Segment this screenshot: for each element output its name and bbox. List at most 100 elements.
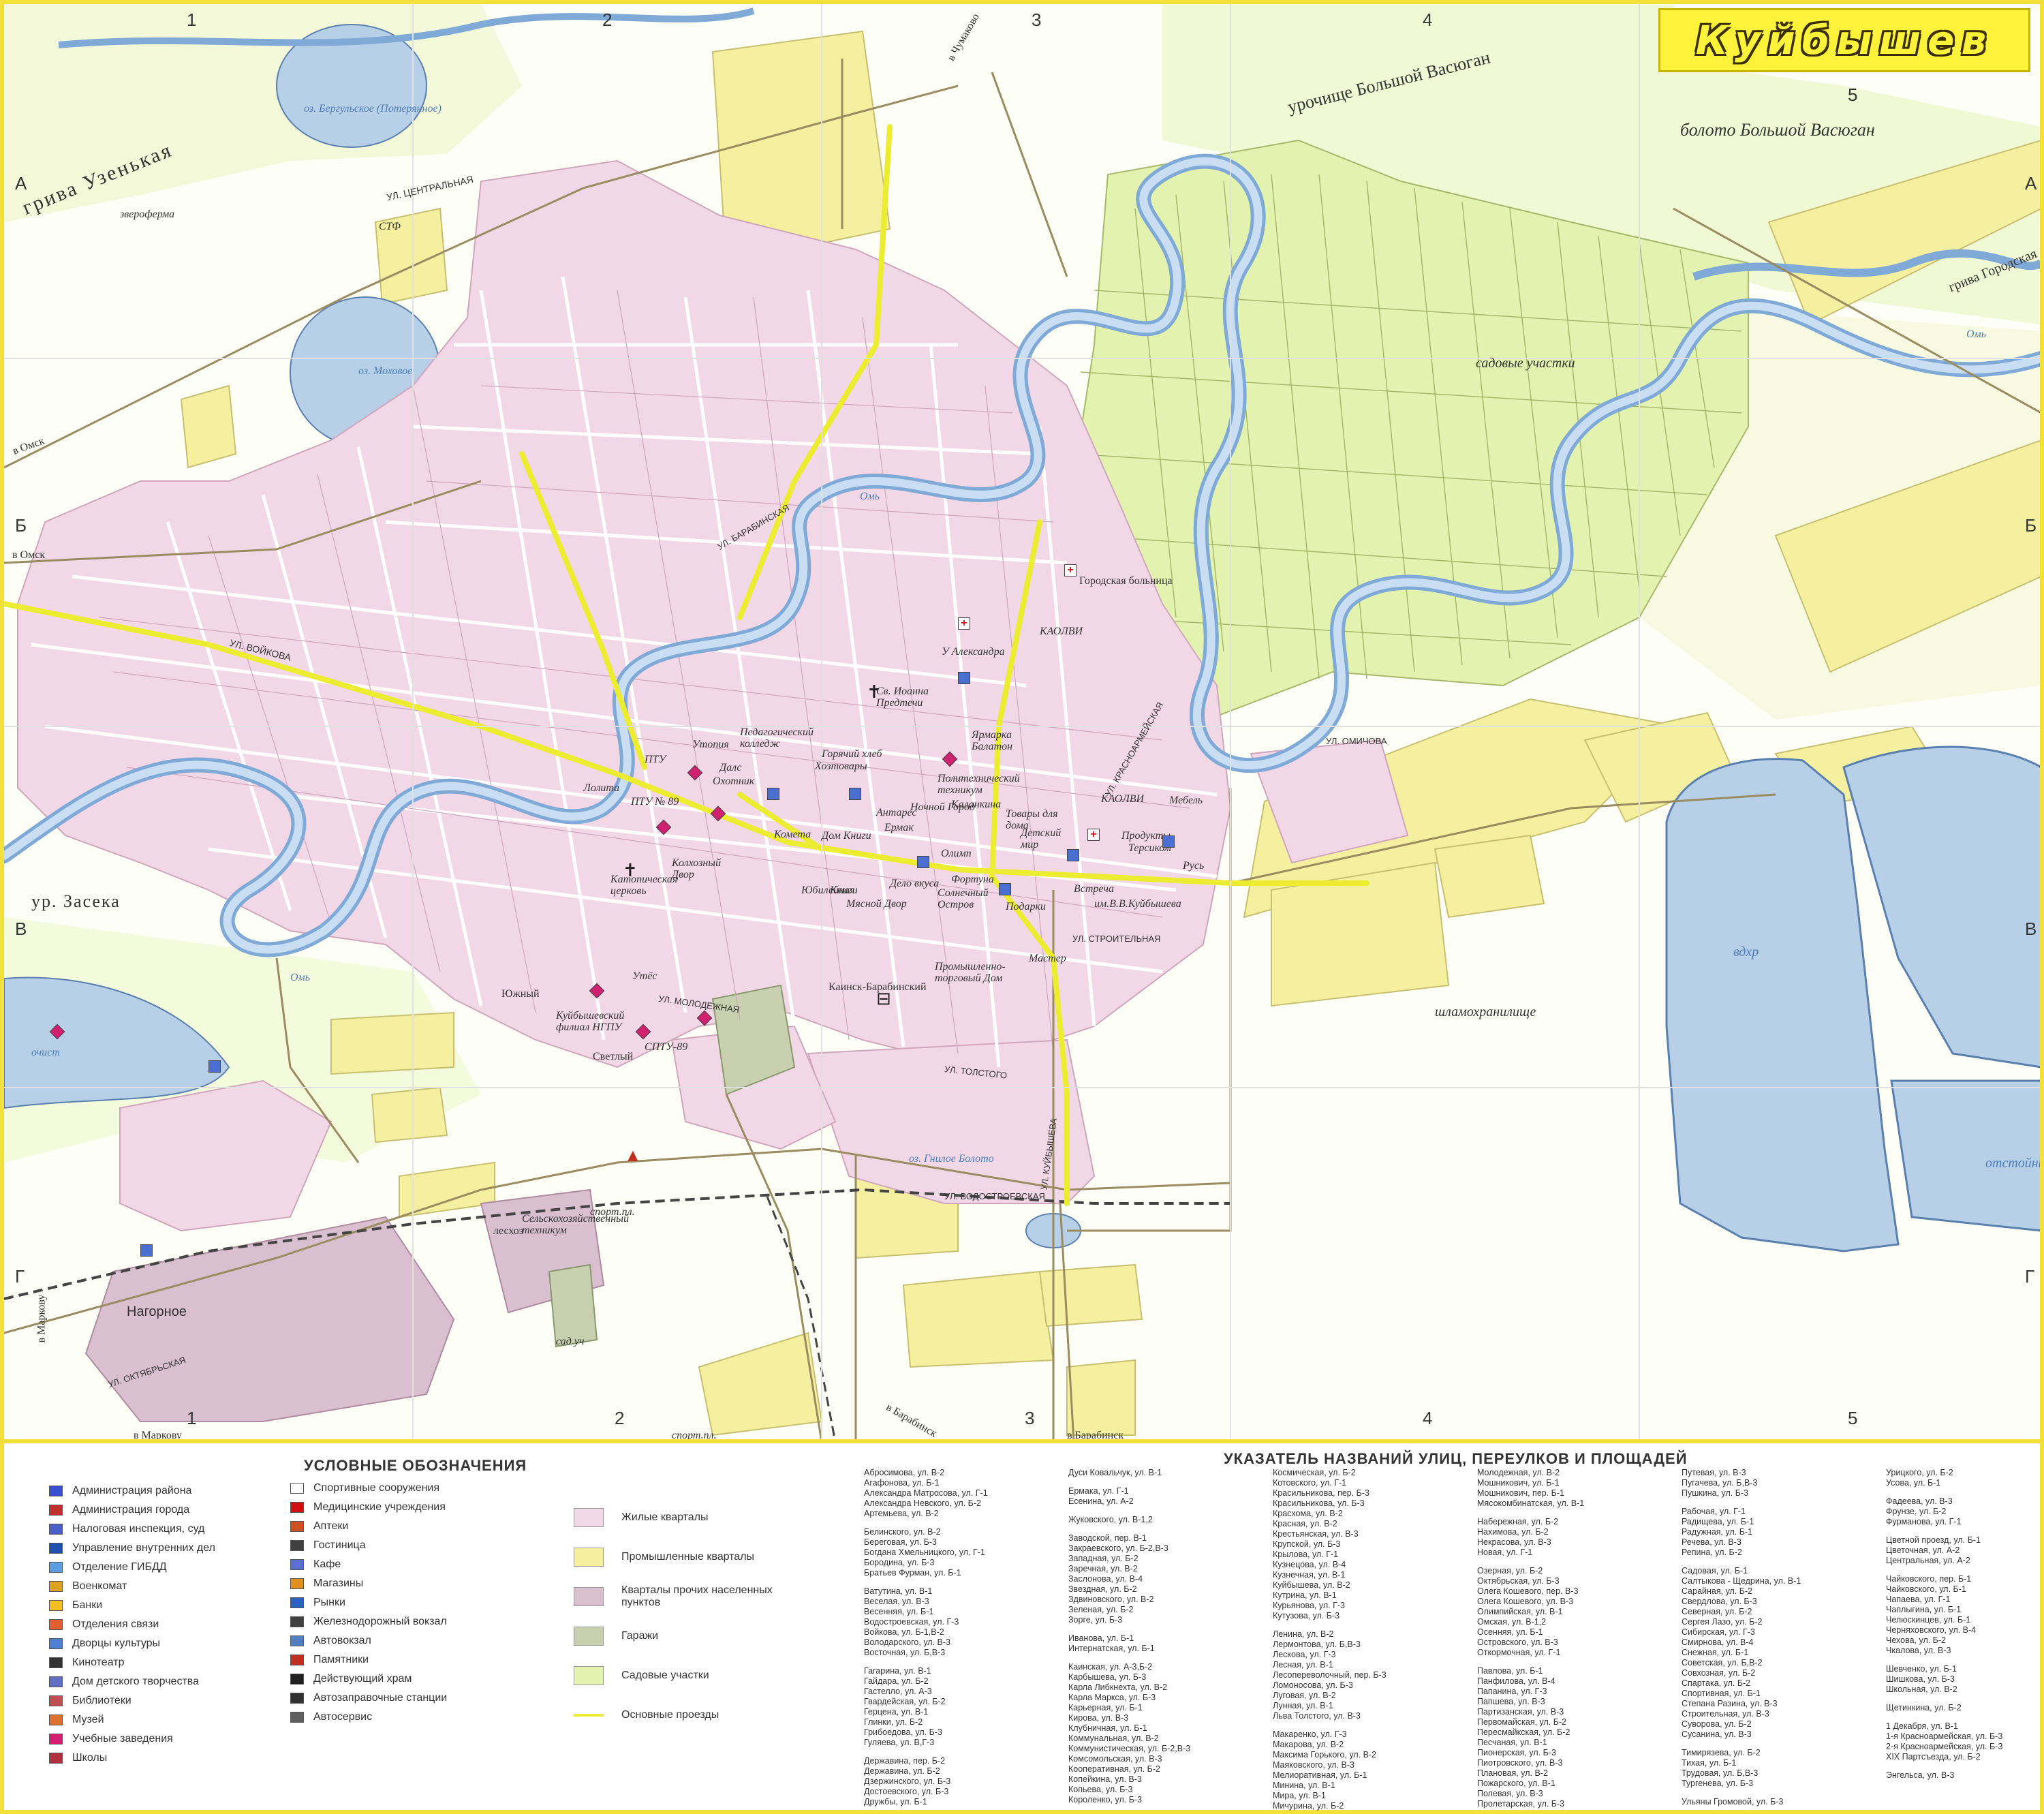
place-label-agri-college[interactable]: Сельскохозяйственный техникум	[522, 1213, 629, 1236]
street-index-entry: Ульяны Громовой, ул. Б-3	[1682, 1797, 1784, 1807]
place-label-fortuna[interactable]: Фортуна	[951, 874, 994, 886]
street-label-vodostroevskaya: УЛ. ВОДОСТРОЕВСКАЯ	[944, 1191, 1045, 1201]
street-index-entry: Александра Матросова, ул. Г-1	[864, 1488, 988, 1498]
place-label-dals[interactable]: Далс	[719, 762, 741, 774]
shop-icon[interactable]	[917, 856, 929, 868]
place-label-kaolvi-2[interactable]: КАОЛВИ	[1040, 626, 1083, 638]
shop-icon[interactable]	[999, 883, 1011, 895]
shop-icon[interactable]	[849, 788, 861, 800]
legend-symbol-icon	[49, 1562, 63, 1573]
map-canvas	[4, 4, 2040, 1439]
city-map[interactable]: Куйбышев 1 2 3 4 5 1 2 3 4 5 А Б В Г А Б…	[0, 0, 2044, 1443]
church-cross-icon[interactable]: ✝	[867, 683, 882, 701]
legend-item-label: Железнодорожный вокзал	[313, 1616, 447, 1627]
hospital-cross-icon[interactable]: +	[1087, 829, 1100, 841]
river-label-om-3: Омь	[290, 972, 311, 983]
street-index-entry: Чаплыгина, ул. Б-1	[1886, 1605, 1962, 1614]
place-label-ptu[interactable]: ПТУ	[645, 754, 666, 766]
place-label-u-aleksandra[interactable]: У Александра	[942, 646, 1005, 658]
street-index-entry: 1-я Красноармейская, ул. Б-3	[1886, 1732, 2003, 1741]
legend-item: Школы	[49, 1749, 215, 1768]
place-label-kaolvi-1[interactable]: КАОЛВИ	[1101, 793, 1144, 805]
street-index-entry: Тургенева, ул. Б-3	[1682, 1779, 1754, 1788]
street-index-entry: Набережная, ул. Б-2	[1477, 1517, 1559, 1526]
street-index-entry: Лунная, ул. В-1	[1273, 1701, 1333, 1710]
railway-station-icon[interactable]: ⊟	[876, 989, 891, 1007]
hospital-cross-icon[interactable]: +	[1064, 564, 1077, 577]
street-index-entry: Пролетарская, ул. Б-3	[1477, 1799, 1565, 1809]
place-label-prom-torg-dom[interactable]: Промышленно-торговый Дом	[935, 961, 1030, 984]
grid-row-a-right: А	[2025, 173, 2037, 194]
legend-symbol-icon	[290, 1712, 304, 1723]
place-label-sptu-89[interactable]: СПТУ-89	[645, 1041, 687, 1054]
place-label-detsky-mir[interactable]: Детский мир	[1021, 827, 1075, 850]
street-index-entry: Жуковского, ул. В-1,2	[1068, 1515, 1153, 1524]
place-label-olimp[interactable]: Олимп	[941, 848, 972, 860]
hospital-cross-icon[interactable]: +	[958, 617, 970, 630]
street-index-entry: Озерная, ул. Б-2	[1477, 1566, 1543, 1575]
place-label-podarki[interactable]: Подарки	[1006, 901, 1046, 913]
street-index-entry: Сибирская, ул. Г-3	[1682, 1627, 1755, 1637]
church-cross-icon[interactable]: ✝	[623, 861, 638, 879]
street-index-entry: Иванова, ул. Б-1	[1068, 1633, 1134, 1643]
legend-item: Военкомат	[49, 1577, 215, 1596]
street-index-entry: Свердлова, ул. Б-3	[1682, 1597, 1757, 1606]
place-label-ped-college[interactable]: Педагогический колледж	[740, 726, 842, 750]
place-label-yubileynaya[interactable]: Юбилейная	[801, 885, 854, 897]
shop-icon[interactable]	[140, 1244, 153, 1257]
legend-item: Администрация города	[49, 1501, 215, 1520]
grid-col-3-top: 3	[1032, 10, 1042, 30]
place-label-yarmarka-balaton[interactable]: Ярмарка Балатон	[972, 729, 1033, 752]
shop-icon[interactable]	[767, 788, 779, 800]
place-label-st-john-church[interactable]: Св. Иоанна Предтечи	[876, 686, 938, 709]
shop-icon[interactable]	[958, 672, 970, 684]
district-label-yuzhny: Южный	[501, 988, 540, 1000]
street-index-entry: Спартака, ул. Б-2	[1682, 1678, 1751, 1688]
place-label-delo-vkusa[interactable]: Дело вкуса	[890, 878, 939, 890]
street-index-entry: Усова, ул. Б-1	[1886, 1478, 1941, 1488]
place-label-master[interactable]: Мастер	[1029, 953, 1066, 965]
place-label-polytechnic[interactable]: Политехнический техникум	[938, 773, 1026, 796]
place-label-ptu-89[interactable]: ПТУ № 89	[631, 796, 679, 808]
lake-label-gniloe: оз. Гнилое Болото	[909, 1153, 994, 1165]
grid-col-1-top: 1	[187, 10, 197, 30]
legend-line-swatch	[574, 1714, 604, 1717]
place-label-utes[interactable]: Утёс	[632, 970, 657, 983]
place-label-vstrecha[interactable]: Встреча	[1074, 883, 1114, 895]
street-index-entry: Зеленая, ул. Б-2	[1068, 1605, 1134, 1614]
place-label-nochnoy-gorod[interactable]: Ночной Город	[910, 801, 975, 814]
place-label-khoztovary[interactable]: Хозтовары	[815, 760, 867, 773]
place-label-solnechny-ostrov[interactable]: Солнечный Остров	[938, 887, 992, 910]
street-index-entry: Центральная, ул. А-2	[1886, 1556, 1970, 1565]
place-label-rus[interactable]: Русь	[1183, 860, 1204, 872]
place-label-utopiya[interactable]: Утопия	[692, 739, 729, 751]
grid-col-3-bottom: 3	[1025, 1408, 1035, 1428]
place-label-ermak[interactable]: Ермак	[884, 822, 914, 834]
street-index-entry: 2-я Красноармейская, ул. Б-3	[1886, 1742, 2003, 1751]
place-label-kolkhozny-dvor[interactable]: Колхозный Двор	[672, 857, 740, 880]
place-label-okhotnik[interactable]: Охотник	[713, 775, 754, 788]
legend-area-swatch	[574, 1627, 604, 1646]
place-label-kometa[interactable]: Комета	[774, 829, 811, 841]
place-label-dom-knigi[interactable]: Дом Книги	[822, 830, 871, 842]
legend-item-label: Налоговая инспекция, суд	[72, 1523, 205, 1535]
place-label-goryachiy-khleb[interactable]: Горячий хлеб	[822, 748, 882, 760]
shop-icon[interactable]	[1067, 849, 1079, 861]
place-label-lolita-1[interactable]: Лолита	[583, 782, 619, 795]
legend-area-label: Кварталы прочих населенных пунктов	[621, 1584, 773, 1608]
lake-label-bergulskoe: оз. Бергульское (Потерянное)	[304, 103, 442, 114]
legend-panel: УСЛОВНЫЕ ОБОЗНАЧЕНИЯ УКАЗАТЕЛЬ НАЗВАНИЙ …	[0, 1443, 2044, 1814]
street-index-entry: Первомайская, ул. Б-2	[1477, 1717, 1567, 1727]
place-label-mebel[interactable]: Мебель	[1169, 795, 1203, 807]
place-label-myasnoy-dvor[interactable]: Мясной Двор	[846, 898, 907, 910]
place-label-kuybyshev-monument[interactable]: им.В.В.Куйбышева	[1094, 898, 1181, 910]
shop-icon[interactable]	[1162, 835, 1175, 848]
grid-col-2-bottom: 2	[615, 1408, 625, 1428]
street-index-entry: Грибоедова, ул. Б-3	[864, 1727, 942, 1737]
legend-item-label: Школы	[72, 1752, 108, 1764]
monument-icon[interactable]: ▲	[624, 1146, 642, 1164]
label-stf: СТФ	[379, 221, 401, 232]
street-index-entry: Достоевского, ул. Б-3	[864, 1787, 949, 1796]
shop-icon[interactable]	[208, 1060, 221, 1073]
street-index-entry: Рабочая, ул. Г-1	[1682, 1507, 1746, 1516]
